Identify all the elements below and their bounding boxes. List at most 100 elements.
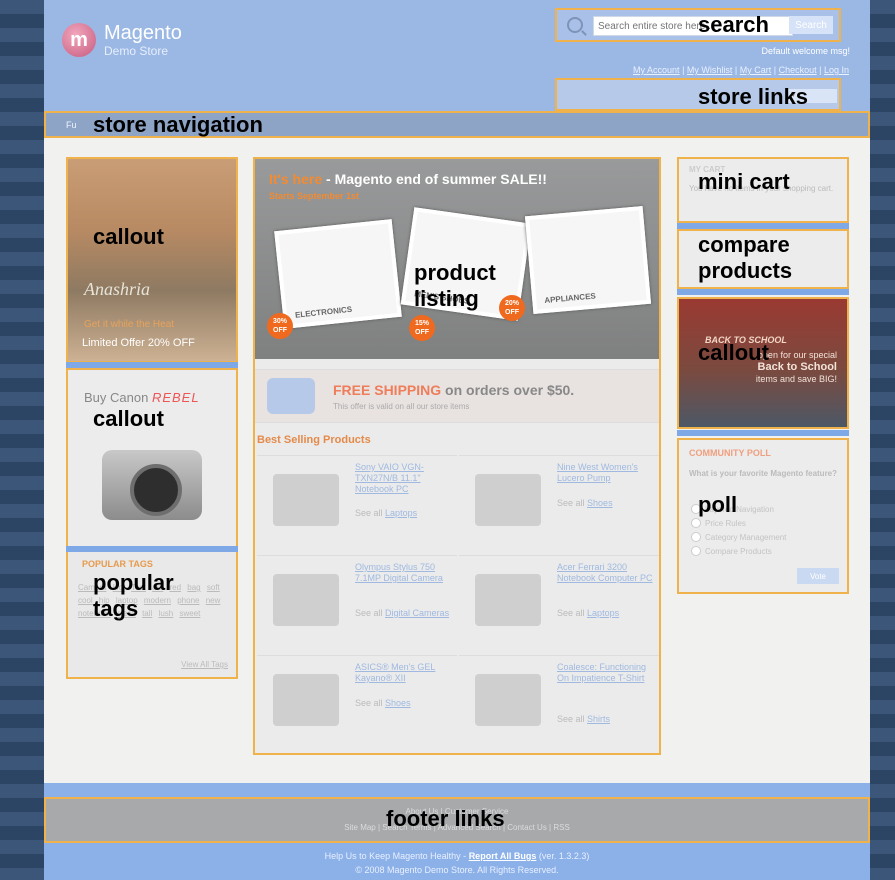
category-link[interactable]: Shirts xyxy=(587,714,610,724)
poll-option[interactable]: Compare Products xyxy=(691,546,772,556)
product-item[interactable]: Sony VAIO VGN-TXN27N/B 11.1" Notebook PC… xyxy=(257,455,457,552)
banner-title-highlight: It's here xyxy=(269,171,323,187)
divider xyxy=(66,362,238,368)
see-all-text: See all xyxy=(557,608,585,618)
poll-option[interactable]: Category Management xyxy=(691,532,786,542)
label-callout-right: callout xyxy=(698,340,769,365)
tshirt-image xyxy=(475,674,541,726)
school-line-4: items xyxy=(755,374,778,384)
poll-title: COMMUNITY POLL xyxy=(689,448,771,458)
link-my-wishlist[interactable]: My Wishlist xyxy=(687,65,733,75)
report-bugs-link[interactable]: Report All Bugs xyxy=(469,851,537,861)
product-see-all: See all Laptops xyxy=(557,608,619,618)
free-shipping-banner[interactable]: FREE SHIPPING on orders over $50. This o… xyxy=(255,369,659,423)
product-name-link[interactable]: Olympus Stylus 750 7.1MP Digital Camera xyxy=(355,562,451,584)
camera-image xyxy=(102,450,202,520)
callout-offer: Limited Offer 20% OFF xyxy=(82,337,195,349)
product-name-link[interactable]: Coalesce: Functioning On Impatience T-Sh… xyxy=(557,662,653,684)
category-link[interactable]: Shoes xyxy=(587,498,613,508)
welcome-message: Default welcome msg! xyxy=(761,46,850,56)
divider xyxy=(677,430,849,436)
poll-option-label: Category Management xyxy=(705,532,787,542)
tag-link[interactable]: phone xyxy=(177,596,199,605)
product-name-link[interactable]: Sony VAIO VGN-TXN27N/B 11.1" Notebook PC xyxy=(355,462,451,495)
label-product-listing: product listing xyxy=(414,260,496,311)
footer-bottom-bar: Help Us to Keep Magento Healthy - Report… xyxy=(44,843,870,880)
discount-badge: 20% OFF xyxy=(499,295,525,321)
logo-text: Magento Demo Store xyxy=(104,22,182,58)
search-icon xyxy=(567,17,583,33)
shipping-subtitle: This offer is valid on all our store ite… xyxy=(333,402,470,411)
label-mini-cart: mini cart xyxy=(698,169,790,194)
tag-link[interactable]: bag xyxy=(187,583,200,592)
label-poll: poll xyxy=(698,492,738,517)
radio-button[interactable] xyxy=(691,518,701,528)
callout-canon-label: Buy Canon xyxy=(84,390,149,405)
divider xyxy=(677,223,849,229)
tag-link[interactable]: soft xyxy=(207,583,220,592)
popular-tags-title: POPULAR TAGS xyxy=(82,559,153,569)
product-name-link[interactable]: Acer Ferrari 3200 Notebook Computer PC xyxy=(557,562,653,584)
school-line-3: Back to School xyxy=(757,361,837,373)
poll-option-label: Price Rules xyxy=(705,518,746,528)
footer-help-label: Help Us to Keep Magento Healthy - xyxy=(324,851,469,861)
product-item[interactable]: Olympus Stylus 750 7.1MP Digital Camera … xyxy=(257,555,457,652)
magento-logo-icon: m xyxy=(62,23,96,57)
store-logo[interactable]: m Magento Demo Store xyxy=(62,22,182,58)
sale-banner[interactable]: It's here - Magento end of summer SALE!!… xyxy=(255,159,659,359)
best-selling-title: Best Selling Products xyxy=(257,434,371,446)
vote-button[interactable]: Vote xyxy=(797,568,839,584)
tag-link[interactable]: cool xyxy=(78,596,93,605)
product-see-all: See all Shoes xyxy=(355,698,411,708)
discount-badge: 15% OFF xyxy=(409,315,435,341)
link-my-account[interactable]: My Account xyxy=(633,65,680,75)
label-search: search xyxy=(698,12,769,37)
product-item[interactable]: Nine West Women's Lucero Pump See all Sh… xyxy=(459,455,659,552)
product-item[interactable]: ASICS® Men's GEL Kayano® XII See all Sho… xyxy=(257,655,457,752)
category-link[interactable]: Digital Cameras xyxy=(385,608,449,618)
banner-title: It's here - Magento end of summer SALE!! xyxy=(269,171,547,187)
callout-subtext: Get it while the Heat xyxy=(84,319,175,330)
banner-card-electronics: ELECTRONICS xyxy=(274,219,402,329)
product-item[interactable]: Acer Ferrari 3200 Notebook Computer PC S… xyxy=(459,555,659,652)
school-line-5: and save BIG! xyxy=(779,374,837,384)
category-link[interactable]: Laptops xyxy=(385,508,417,518)
product-name-link[interactable]: ASICS® Men's GEL Kayano® XII xyxy=(355,662,451,684)
see-all-text: See all xyxy=(557,498,585,508)
nav-item-first[interactable]: Fu xyxy=(66,120,77,130)
product-item[interactable]: Coalesce: Functioning On Impatience T-Sh… xyxy=(459,655,659,752)
banner-title-rest: - Magento end of summer SALE!! xyxy=(322,171,547,187)
tag-link[interactable]: sweet xyxy=(179,609,200,618)
school-line-2: for our special xyxy=(780,350,837,360)
link-log-in[interactable]: Log In xyxy=(824,65,849,75)
radio-button[interactable] xyxy=(691,532,701,542)
search-button[interactable]: Search xyxy=(789,16,833,34)
poll-option[interactable]: Price Rules xyxy=(691,518,746,528)
callout-brand: Anashria xyxy=(84,279,151,299)
footer-copyright: © 2008 Magento Demo Store. All Rights Re… xyxy=(355,865,559,875)
poll-question: What is your favorite Magento feature? xyxy=(689,469,838,478)
label-footer-links: footer links xyxy=(386,806,505,831)
product-name-link[interactable]: Nine West Women's Lucero Pump xyxy=(557,462,653,484)
category-link[interactable]: Shoes xyxy=(385,698,411,708)
logo-subtitle: Demo Store xyxy=(104,44,169,58)
label-store-links: store links xyxy=(698,84,809,109)
callout-left-mid[interactable]: Buy Canon REBEL xyxy=(66,368,238,548)
callout-rebel-label: REBEL xyxy=(151,390,200,405)
callout-left-top[interactable]: Anashria Get it while the Heat Limited O… xyxy=(66,157,238,363)
footer-top-bar xyxy=(44,783,870,797)
link-checkout[interactable]: Checkout xyxy=(779,65,817,75)
category-link[interactable]: Laptops xyxy=(587,608,619,618)
link-my-cart[interactable]: My Cart xyxy=(740,65,772,75)
discount-badge: 30% OFF xyxy=(267,313,293,339)
see-all-text: See all xyxy=(557,714,585,724)
tag-link[interactable]: new xyxy=(206,596,221,605)
view-all-tags-link[interactable]: View All Tags xyxy=(181,660,228,669)
label-callout-left-top: callout xyxy=(93,224,164,249)
see-all-text: See all xyxy=(355,698,383,708)
banner-card-appliances: APPLIANCES xyxy=(524,206,652,314)
shipping-title-rest: on orders over $50. xyxy=(441,382,575,398)
product-see-all: See all Digital Cameras xyxy=(355,608,449,618)
shipping-mascot-icon xyxy=(267,378,315,414)
radio-button[interactable] xyxy=(691,546,701,556)
